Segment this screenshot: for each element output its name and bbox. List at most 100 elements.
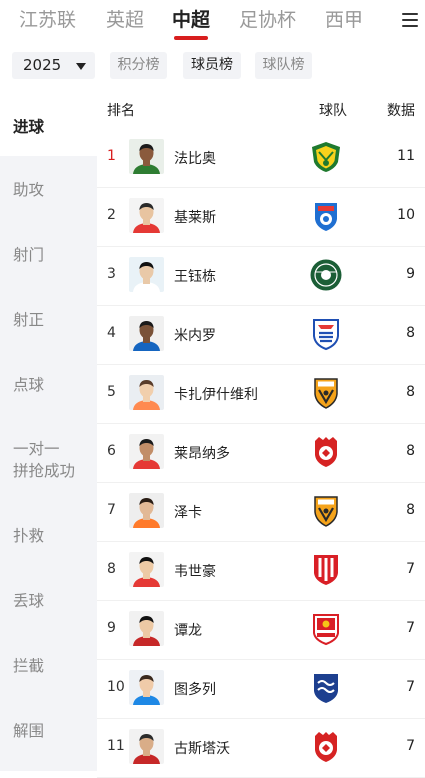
team-logo-icon[interactable] [309,258,343,292]
season-select[interactable]: 2025 [12,52,95,79]
stat-value: 8 [406,443,415,459]
rank-number: 1 [107,148,116,164]
player-name[interactable]: 谭龙 [174,620,202,640]
table-row[interactable]: 5 卡扎伊什维利 8 [97,364,425,424]
sidebar-item-label: 拦截 [13,657,45,675]
sidebar-item-goals[interactable]: 进球 [0,94,97,156]
tab-premier-league[interactable]: 英超 [106,5,144,32]
rank-number: 11 [107,738,125,754]
team-logo-icon[interactable] [309,494,343,528]
filter-bar: 2025 积分榜 球员榜 球队榜 [0,44,425,94]
table-row[interactable]: 7 泽卡 8 [97,482,425,542]
rank-number: 4 [107,325,116,341]
active-tab-indicator [174,36,208,40]
player-avatar[interactable] [129,316,164,351]
sidebar-item-label: 扑救 [13,527,45,545]
stat-value: 9 [406,266,415,282]
sidebar-item-label: 射门 [13,246,45,264]
team-logo-icon[interactable] [309,140,343,174]
rank-number: 7 [107,502,116,518]
header-rank: 排名 [107,103,135,119]
sidebar-item-label: 丢球 [13,592,45,610]
table-row[interactable]: 1 法比奥 11 [97,128,425,188]
header-value: 数据 [387,103,415,119]
sidebar-item-label: 点球 [13,376,45,394]
player-name[interactable]: 古斯塔沃 [174,738,230,758]
stat-value: 8 [406,325,415,341]
player-avatar[interactable] [129,434,164,469]
table-row[interactable]: 11 古斯塔沃 7 [97,718,425,778]
table-row[interactable]: 8 韦世豪 7 [97,541,425,601]
sidebar-item-clearances[interactable]: 解围 [0,693,97,758]
player-avatar[interactable] [129,670,164,705]
sidebar-item-label: 助攻 [13,181,45,199]
stat-value: 7 [406,679,415,695]
team-logo-icon[interactable] [309,317,343,351]
rank-number: 5 [107,384,116,400]
player-avatar[interactable] [129,375,164,410]
tab-jiangsu[interactable]: 江苏联 [19,5,76,32]
sidebar-item-duels-won[interactable]: 一对一 拼抢成功 [0,416,97,498]
rank-number: 3 [107,266,116,282]
header-team: 球队 [319,103,347,119]
stat-category-sidebar: 进球 助攻 射门 射正 点球 一对一 拼抢成功 扑救 丢球 拦截 解围 [0,94,97,771]
team-logo-icon[interactable] [309,671,343,705]
sidebar-item-saves[interactable]: 扑救 [0,498,97,563]
sidebar-item-label-line1: 一对一 [13,440,60,458]
league-nav: 江苏联 英超 中超 足协杯 西甲 [0,0,425,44]
segment-standings[interactable]: 积分榜 [110,52,167,79]
player-avatar[interactable] [129,611,164,646]
player-name[interactable]: 图多列 [174,679,216,699]
stat-value: 8 [406,502,415,518]
player-name[interactable]: 基莱斯 [174,207,216,227]
table-row[interactable]: 9 谭龙 7 [97,600,425,660]
sidebar-item-penalties[interactable]: 点球 [0,351,97,416]
table-row[interactable]: 4 米内罗 8 [97,305,425,365]
sidebar-item-assists[interactable]: 助攻 [0,156,97,221]
player-avatar[interactable] [129,493,164,528]
stat-value: 7 [406,738,415,754]
caret-down-icon [76,63,86,70]
player-name[interactable]: 米内罗 [174,325,216,345]
player-name[interactable]: 莱昂纳多 [174,443,230,463]
player-avatar[interactable] [129,552,164,587]
player-name[interactable]: 法比奥 [174,148,216,168]
segment-team-rank[interactable]: 球队榜 [255,52,312,79]
player-name[interactable]: 韦世豪 [174,561,216,581]
tab-la-liga[interactable]: 西甲 [325,5,363,32]
rank-number: 2 [107,207,116,223]
sidebar-item-label: 进球 [13,118,45,136]
tab-fa-cup[interactable]: 足协杯 [239,5,296,32]
sidebar-item-shots[interactable]: 射门 [0,221,97,286]
rank-number: 6 [107,443,116,459]
team-logo-icon[interactable] [309,553,343,587]
player-name[interactable]: 泽卡 [174,502,202,522]
player-avatar[interactable] [129,729,164,764]
player-name[interactable]: 卡扎伊什维利 [174,384,258,404]
stat-value: 8 [406,384,415,400]
menu-icon[interactable] [402,13,418,27]
player-name[interactable]: 王钰栋 [174,266,216,286]
table-row[interactable]: 3 王钰栋 9 [97,246,425,306]
table-row[interactable]: 10 图多列 7 [97,659,425,719]
rank-number: 9 [107,620,116,636]
player-avatar[interactable] [129,257,164,292]
sidebar-item-shots-on-target[interactable]: 射正 [0,286,97,351]
team-logo-icon[interactable] [309,612,343,646]
segment-player-rank[interactable]: 球员榜 [183,52,241,79]
sidebar-item-label-line2: 拼抢成功 [13,462,76,480]
sidebar-item-label: 解围 [13,722,45,740]
tab-csl[interactable]: 中超 [172,5,210,32]
sidebar-item-interceptions[interactable]: 拦截 [0,628,97,693]
team-logo-icon[interactable] [309,730,343,764]
table-header: 排名 球队 数据 [97,94,425,126]
stat-value: 10 [397,207,415,223]
team-logo-icon[interactable] [309,199,343,233]
team-logo-icon[interactable] [309,376,343,410]
player-avatar[interactable] [129,198,164,233]
player-avatar[interactable] [129,139,164,174]
table-row[interactable]: 2 基莱斯 10 [97,187,425,247]
sidebar-item-goals-conceded[interactable]: 丢球 [0,563,97,628]
table-row[interactable]: 6 莱昂纳多 8 [97,423,425,483]
team-logo-icon[interactable] [309,435,343,469]
